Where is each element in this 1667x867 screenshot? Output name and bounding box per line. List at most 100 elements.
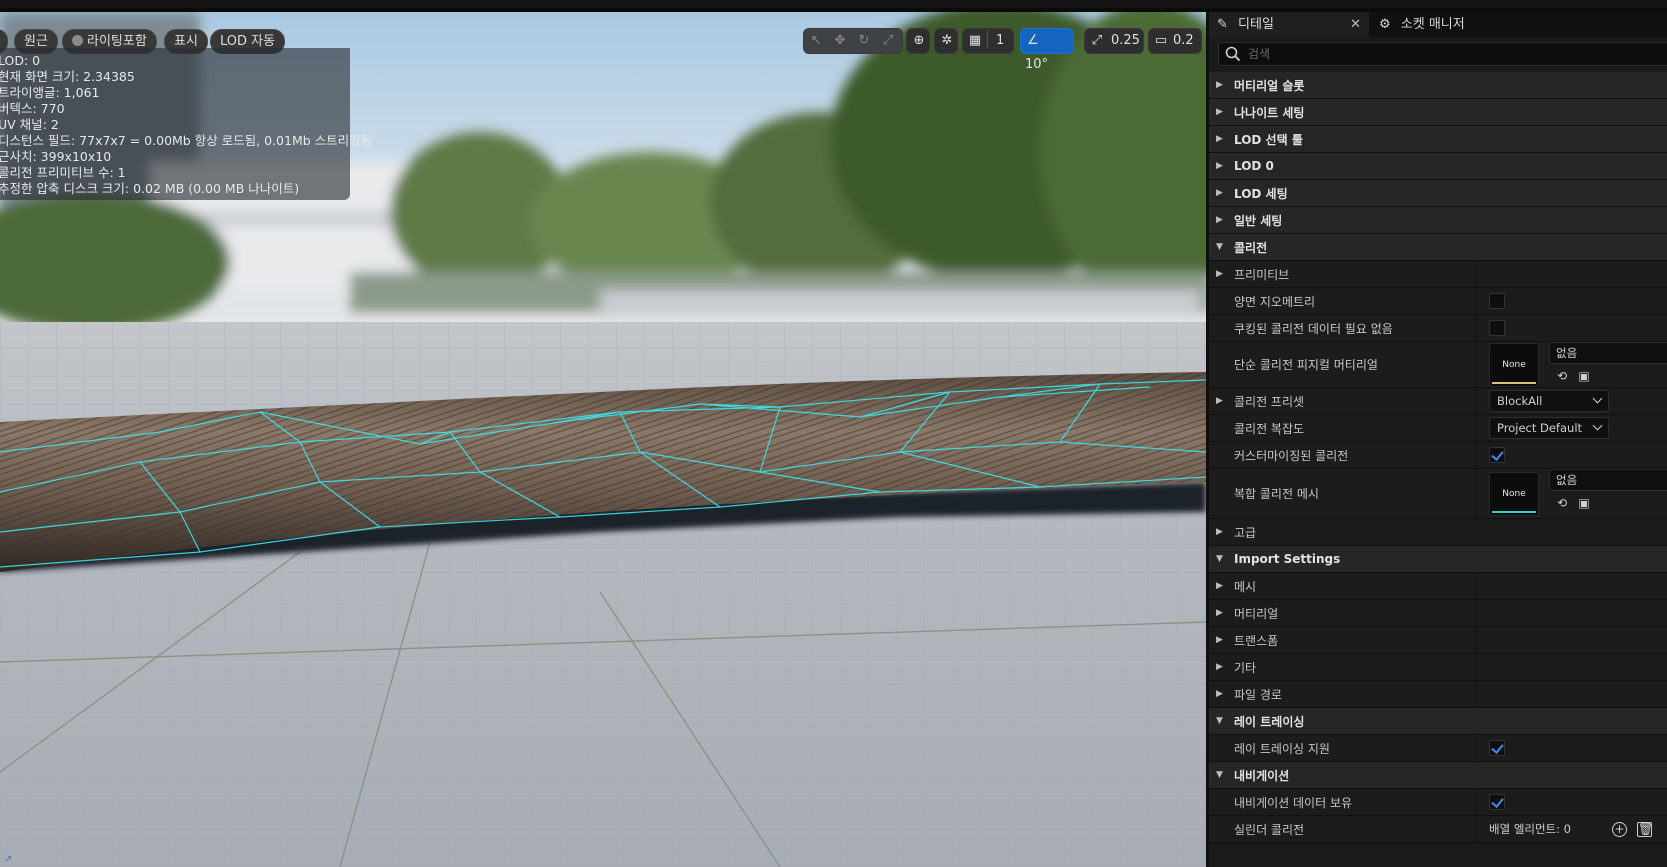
phys-material-asset-combo[interactable]: 없음 — [1549, 342, 1667, 364]
property-label: 실린더 콜리전 — [1234, 822, 1305, 837]
property-has-navigation-data: 내비게이션 데이터 보유 — [1209, 789, 1667, 816]
globe-icon: ⊕ — [913, 33, 925, 48]
details-search-input[interactable] — [1248, 45, 1648, 63]
browse-asset-icon[interactable]: ▣ — [1575, 367, 1593, 385]
property-advanced[interactable]: ▶ 고급 — [1209, 519, 1667, 546]
property-label: 레이 트레이싱 지원 — [1234, 741, 1330, 756]
tab-socket-manager-label: 소켓 매니저 — [1400, 17, 1465, 32]
property-customized-collision: 커스터마이징된 콜리전 — [1209, 442, 1667, 469]
property-mesh[interactable]: ▶ 메시 — [1209, 573, 1667, 600]
tab-details[interactable]: ✎ 디테일 ✕ — [1209, 12, 1369, 37]
property-label: 내비게이션 데이터 보유 — [1234, 795, 1353, 810]
use-selected-icon[interactable]: ⟲ — [1553, 367, 1571, 385]
category-nanite-settings[interactable]: ▶ 나나이트 세팅 — [1209, 99, 1667, 126]
surface-snap-button[interactable]: ✲ — [934, 28, 958, 54]
property-label: 프리미티브 — [1234, 267, 1290, 282]
stat-distance-field: 디스턴스 필드: 77x7x7 = 0.00Mb 항상 로드됨, 0.01Mb … — [0, 133, 373, 148]
category-material-slots[interactable]: ▶ 머티리얼 슬롯 — [1209, 72, 1667, 99]
trash-icon[interactable]: 🗑 — [1637, 822, 1653, 837]
chevron-down-icon — [1592, 420, 1603, 431]
expand-arrow-icon[interactable]: ▶ — [1216, 526, 1226, 538]
collapse-arrow-icon[interactable]: ▼ — [1216, 715, 1226, 727]
category-ray-tracing[interactable]: ▼ 레이 트레이싱 — [1209, 708, 1667, 735]
axis-indicator-icon: ↗ — [4, 854, 13, 865]
tab-details-label: 디테일 — [1238, 17, 1274, 32]
property-material[interactable]: ▶ 머티리얼 — [1209, 600, 1667, 627]
search-icon — [1225, 46, 1241, 62]
category-collision[interactable]: ▼ 콜리전 — [1209, 234, 1667, 261]
category-navigation[interactable]: ▼ 내비게이션 — [1209, 762, 1667, 789]
details-panel: ✎ 디테일 ✕ ⚙ 소켓 매니저 ▶ 머티리얼 슬롯 ▶ 나나이트 세팅 ▶ LOD … — [1206, 12, 1667, 867]
camera-speed-group[interactable]: ▭ 0.2 — [1148, 28, 1202, 54]
category-label: 콜리전 — [1234, 240, 1268, 255]
expand-arrow-icon[interactable]: ▶ — [1216, 607, 1226, 619]
collision-preset-value: BlockAll — [1497, 394, 1543, 408]
expand-arrow-icon[interactable]: ▶ — [1216, 106, 1226, 118]
move-tool-icon[interactable]: ✥ — [828, 29, 852, 53]
expand-arrow-icon[interactable]: ▶ — [1216, 661, 1226, 673]
collision-mesh-asset-combo[interactable]: 없음 — [1549, 469, 1667, 491]
tab-socket-manager[interactable]: ⚙ 소켓 매니저 — [1371, 12, 1511, 37]
expand-arrow-icon[interactable]: ▶ — [1216, 268, 1226, 280]
use-selected-icon[interactable]: ⟲ — [1553, 494, 1571, 512]
coordinate-system-button[interactable]: ⊕ — [906, 28, 930, 54]
support-ray-tracing-checkbox[interactable] — [1489, 740, 1505, 756]
angle-icon: ∠ — [1027, 33, 1039, 48]
stat-vertices: 버텍스: 770 — [0, 101, 65, 116]
property-collision-presets[interactable]: ▶ 콜리전 프리셋 BlockAll — [1209, 388, 1667, 415]
transform-tools-group[interactable]: ↖ ✥ ↻ ⤢ — [803, 28, 903, 54]
expand-arrow-icon[interactable]: ▶ — [1216, 79, 1226, 91]
expand-arrow-icon[interactable]: ▶ — [1216, 580, 1226, 592]
expand-arrow-icon[interactable]: ▶ — [1216, 688, 1226, 700]
collapse-arrow-icon[interactable]: ▼ — [1216, 553, 1226, 565]
customized-collision-checkbox[interactable] — [1489, 447, 1505, 463]
collision-complexity-dropdown[interactable]: Project Default — [1489, 417, 1609, 439]
category-lod-settings[interactable]: ▶ LOD 세팅 — [1209, 180, 1667, 207]
thumbnail-none-label: None — [1502, 489, 1526, 499]
collision-mesh-thumbnail[interactable]: None — [1489, 472, 1539, 516]
expand-arrow-icon[interactable]: ▶ — [1216, 160, 1226, 172]
expand-arrow-icon[interactable]: ▶ — [1216, 395, 1226, 407]
category-general-settings[interactable]: ▶ 일반 세팅 — [1209, 207, 1667, 234]
property-label: 커스터마이징된 콜리전 — [1234, 448, 1349, 463]
stat-screen-size: 현재 화면 크기: 2.34385 — [0, 69, 135, 84]
grid-snap-group[interactable]: ▦ 1 — [962, 28, 1014, 54]
expand-arrow-icon[interactable]: ▶ — [1216, 187, 1226, 199]
property-misc[interactable]: ▶ 기타 — [1209, 654, 1667, 681]
collapse-arrow-icon[interactable]: ▼ — [1216, 241, 1226, 253]
expand-arrow-icon[interactable]: ▶ — [1216, 634, 1226, 646]
top-strip — [0, 0, 1667, 12]
viewport[interactable]: 원근 라이팅포함 표시 LOD 자동 LOD: 0 현재 화면 크기: 2.34… — [0, 12, 1206, 867]
category-label: 일반 세팅 — [1234, 213, 1283, 228]
category-lod-picker[interactable]: ▶ LOD 선택 툴 — [1209, 126, 1667, 153]
camera-icon: ▭ — [1154, 33, 1168, 48]
rotate-tool-icon[interactable]: ↻ — [852, 29, 876, 53]
collision-preset-dropdown[interactable]: BlockAll — [1489, 390, 1609, 412]
category-label: LOD 선택 툴 — [1234, 132, 1303, 147]
category-label: LOD 세팅 — [1234, 186, 1288, 201]
no-cooked-collision-checkbox[interactable] — [1489, 320, 1505, 336]
angle-snap-group[interactable]: ∠ 10° — [1020, 28, 1074, 72]
property-file-path[interactable]: ▶ 파일 경로 — [1209, 681, 1667, 708]
property-primitives[interactable]: ▶ 프리미티브 — [1209, 261, 1667, 288]
grid-snap-value: 1 — [996, 33, 1005, 48]
double-sided-checkbox[interactable] — [1489, 293, 1505, 309]
collapse-arrow-icon[interactable]: ▼ — [1216, 769, 1226, 781]
expand-arrow-icon[interactable]: ▶ — [1216, 133, 1226, 145]
category-lod0[interactable]: ▶ LOD 0 — [1209, 153, 1667, 180]
category-import-settings[interactable]: ▼ Import Settings — [1209, 546, 1667, 573]
browse-asset-icon[interactable]: ▣ — [1575, 494, 1593, 512]
close-icon[interactable]: ✕ — [1350, 12, 1361, 37]
has-navigation-data-checkbox[interactable] — [1489, 794, 1505, 810]
select-tool-icon[interactable]: ↖ — [804, 29, 828, 53]
editor-window: 원근 라이팅포함 표시 LOD 자동 LOD: 0 현재 화면 크기: 2.34… — [0, 0, 1667, 867]
category-label: 나나이트 세팅 — [1234, 105, 1305, 120]
scale-snap-icon: ⤢ — [1091, 33, 1103, 48]
scale-snap-group[interactable]: ⤢ 0.25 — [1084, 28, 1144, 54]
property-label: 머티리얼 — [1234, 606, 1279, 621]
expand-arrow-icon[interactable]: ▶ — [1216, 214, 1226, 226]
add-element-icon[interactable]: + — [1612, 822, 1627, 837]
property-transform[interactable]: ▶ 트랜스폼 — [1209, 627, 1667, 654]
phys-material-thumbnail[interactable]: None — [1489, 343, 1539, 387]
scale-tool-icon[interactable]: ⤢ — [876, 29, 900, 53]
